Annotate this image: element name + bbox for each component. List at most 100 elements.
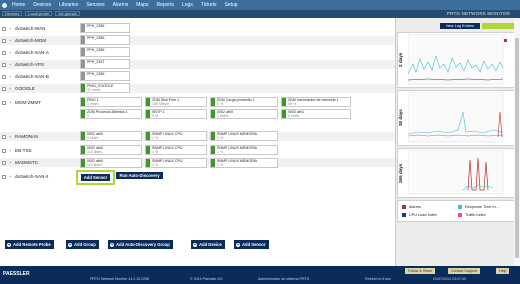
new-log-entries-button[interactable]: New Log Entries — [440, 23, 480, 29]
plus-icon: + — [236, 241, 240, 247]
sensor-tile[interactable]: SNMP LINUX MEMORIA 1 % — [210, 145, 278, 155]
sensor-tile[interactable]: ZDM Procesos Abiertos 10 — [80, 109, 142, 119]
contact-support-button[interactable]: Contact Support — [448, 268, 480, 274]
expand-icon[interactable]: + — [9, 100, 12, 105]
group-name[interactable]: dvSwitch-SAN-B — [15, 74, 49, 79]
breadcrumb-local-probe[interactable]: Local probe — [25, 11, 53, 16]
sensor-tile[interactable]: 0002 ath0 115 kbit/s — [80, 145, 142, 155]
expand-icon[interactable]: + — [9, 50, 12, 55]
sensor-tile[interactable]: PPH_2385 — [80, 47, 130, 57]
sensor-tile[interactable]: ZDM Carga promedio 10 % — [210, 97, 278, 107]
group-name[interactable]: EB-TSS — [15, 148, 32, 153]
group-row[interactable]: + GOOGLE — [0, 84, 395, 93]
follow-share-button[interactable]: Follow & Share — [405, 268, 436, 274]
add-device-button[interactable]: + Add Device — [191, 240, 225, 249]
expand-icon[interactable]: + — [9, 26, 12, 31]
row-checkbox[interactable] — [2, 134, 6, 139]
nav-maps[interactable]: Maps — [136, 2, 148, 8]
add-group-button[interactable]: + Add Group — [66, 240, 99, 249]
group-row[interactable]: + dvSwitch-SAN-4 — [0, 172, 395, 181]
nav-home[interactable]: Home — [12, 2, 25, 8]
sensor-tile[interactable]: PPH_2385 — [80, 71, 130, 81]
row-checkbox[interactable] — [2, 160, 6, 165]
group-name[interactable]: MGM-ZMMT — [15, 100, 41, 105]
row-checkbox[interactable] — [2, 50, 6, 55]
sensor-tile[interactable]: 0002 ath0 1 kbit/s — [210, 109, 278, 119]
group-row[interactable]: + dvSwitch-MGM — [0, 36, 395, 45]
nav-reports[interactable]: Reports — [156, 2, 174, 8]
expand-icon[interactable]: + — [9, 134, 12, 139]
help-button[interactable]: Help — [496, 268, 510, 274]
expand-icon[interactable]: + — [9, 38, 12, 43]
group-name[interactable]: dvSwitch-WAN — [15, 26, 45, 31]
sensor-tile[interactable]: PING 11 msec — [80, 97, 142, 107]
sensor-tile[interactable]: SNMP LINUX MEMORIA 1 % — [210, 131, 278, 141]
group-row[interactable]: + dvSwitch-VPS — [0, 60, 395, 69]
group-name[interactable]: dvSwitch-SAN-4 — [15, 174, 48, 179]
expand-icon[interactable]: + — [9, 62, 12, 67]
breadcrumb-devices[interactable]: Devices — [2, 11, 23, 16]
run-auto-discovery-button[interactable]: Run Auto-Discovery — [116, 172, 163, 179]
sensor-tile[interactable]: PPH_2397 — [80, 59, 130, 69]
add-auto-discovery-group-button[interactable]: + Add Auto-Discovery Group — [108, 240, 173, 249]
sidebar-tools[interactable] — [482, 23, 515, 29]
row-checkbox[interactable] — [2, 26, 6, 31]
expand-icon[interactable]: + — [9, 174, 12, 179]
nav-devices[interactable]: Devices — [33, 2, 51, 8]
sensor-tile[interactable]: 0002 ath0 0 kbit/s — [80, 131, 142, 141]
sensor-tile[interactable]: PING_GOOGLE 32 msec — [80, 83, 130, 93]
nav-alarms[interactable]: Alarms — [113, 2, 129, 8]
nav-logs[interactable]: Logs — [182, 2, 193, 8]
row-checkbox[interactable] — [2, 38, 6, 43]
sensor-tile[interactable]: 0002 ath0 110 kbit/s — [80, 158, 142, 168]
legend-swatch — [458, 205, 462, 209]
row-checkbox[interactable] — [2, 148, 6, 153]
group-name[interactable]: dvSwitch-SAN-A — [15, 50, 49, 55]
group-name[interactable]: MADMSTC — [15, 160, 38, 165]
sensor-tile[interactable]: PPH_2385 — [80, 35, 130, 45]
add-sensor-bottom-button[interactable]: + Add Sensor — [234, 240, 269, 249]
group-row[interactable]: + dvSwitch-SAN-A — [0, 48, 395, 57]
nav-tickets[interactable]: Tickets — [201, 2, 217, 8]
group-row[interactable]: + dvSwitch-SAN-B — [0, 72, 395, 81]
expand-icon[interactable]: + — [9, 160, 12, 165]
legend-label: Response Time In... — [465, 205, 499, 209]
sensor-tile[interactable]: ZDM Disk Free 1 168 MByte — [145, 97, 207, 107]
row-checkbox[interactable] — [2, 74, 6, 79]
admin-text[interactable]: Administrador de sistema PRTG — [258, 277, 309, 281]
breadcrumb-groups[interactable]: 1st groups — [55, 11, 80, 16]
row-checkbox[interactable] — [2, 174, 6, 179]
expand-icon[interactable]: + — [9, 74, 12, 79]
sensor-tile[interactable]: SNMP LINUX CPU 1 % — [145, 158, 207, 168]
graph-panel-30days: 30 days — [397, 90, 515, 146]
group-row[interactable]: + dvSwitch-WAN — [0, 24, 395, 33]
scrollbar-thumb[interactable] — [515, 38, 519, 258]
sensor-value: 1 % — [217, 150, 224, 154]
sensor-tile[interactable]: SNMP LINUX CPU 1 % — [145, 131, 207, 141]
add-sensor-button[interactable]: Add Sensor — [81, 174, 110, 181]
group-name[interactable]: GOOGLE — [15, 86, 35, 91]
page-scrollbar[interactable] — [514, 18, 520, 266]
sensor-tile[interactable]: SNTP 10 % — [145, 109, 207, 119]
row-checkbox[interactable] — [2, 86, 6, 91]
nav-sensors[interactable]: Sensors — [86, 2, 104, 8]
sensor-tile[interactable]: ZDM Informacion de memoria 1 49 % — [281, 97, 351, 107]
add-remote-probe-button[interactable]: + Add Remote Probe — [5, 240, 54, 249]
nav-setup[interactable]: Setup — [224, 2, 237, 8]
copyright-text: © 2014 Paessler AG — [190, 277, 223, 281]
row-checkbox[interactable] — [2, 62, 6, 67]
sensor-tile[interactable]: SNMP LINUX MEMORIA 1 % — [210, 158, 278, 168]
sensor-tile[interactable]: PPH_2385 — [80, 23, 130, 33]
sensor-tile[interactable]: 0002 ath1 0 kbit/s — [281, 109, 351, 119]
sensor-tile[interactable]: SNMP LINUX CPU 1 % — [145, 145, 207, 155]
expand-icon[interactable]: + — [9, 148, 12, 153]
expand-icon[interactable]: + — [9, 86, 12, 91]
brand-title: PRTG NETWORK MONITOR — [446, 11, 510, 16]
group-name[interactable]: dvSwitch-MGM — [15, 38, 46, 43]
group-name[interactable]: dvSwitch-VPS — [15, 62, 44, 67]
panel-label: 365 days — [398, 163, 403, 183]
nav-libraries[interactable]: Libraries — [59, 2, 78, 8]
row-checkbox[interactable] — [2, 100, 6, 105]
group-name[interactable]: RAMONAS — [15, 134, 38, 139]
refresh-text[interactable]: Refresh in 8 sec — [365, 277, 391, 281]
